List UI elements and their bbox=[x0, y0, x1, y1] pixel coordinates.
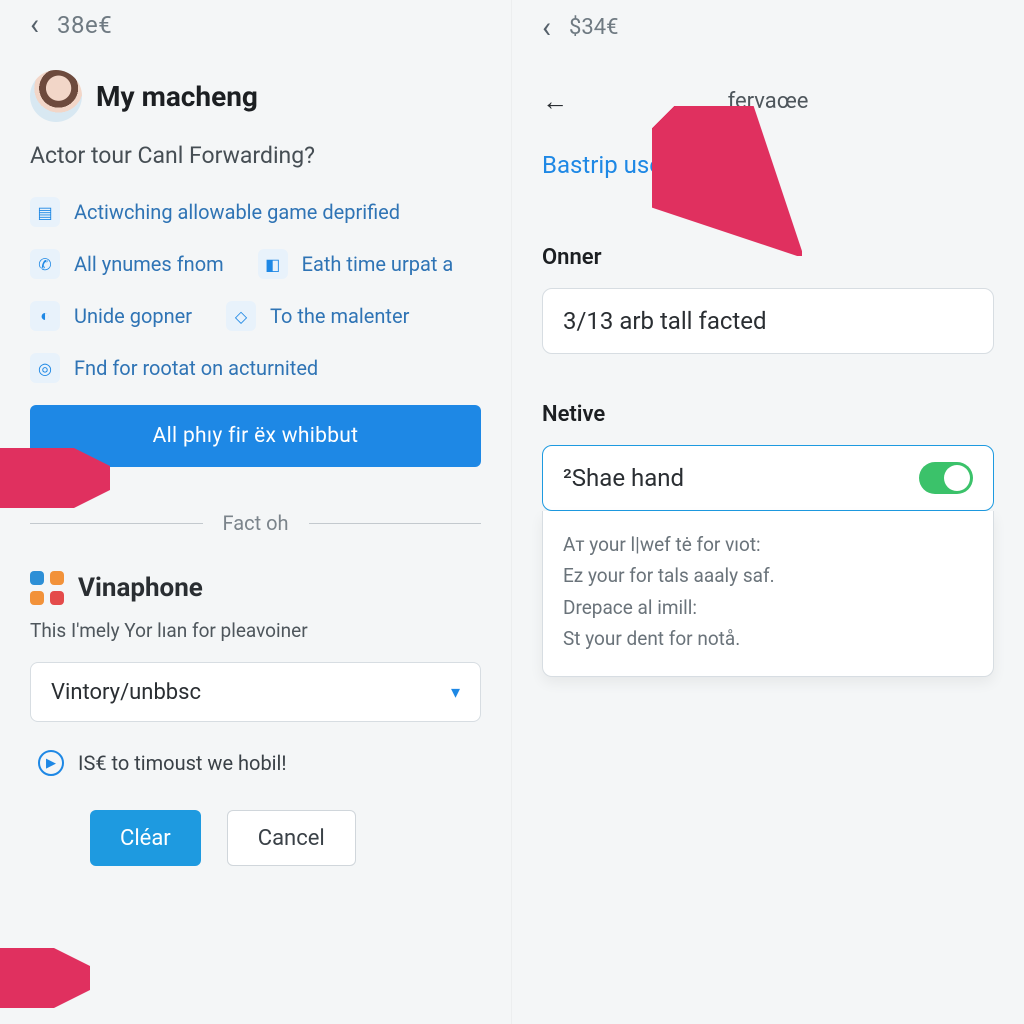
brand-name: Vinaphone bbox=[78, 573, 203, 603]
native-field[interactable]: ²Shae hand bbox=[542, 445, 994, 511]
back-chevron-icon[interactable]: ‹ bbox=[30, 10, 39, 40]
page-title: fervaœe bbox=[728, 89, 809, 114]
owner-label: Onner bbox=[542, 245, 994, 270]
native-dropdown[interactable]: Aт your l|wef tė for vıot: Ez your for t… bbox=[542, 511, 994, 677]
arrow-annotation-icon bbox=[652, 106, 802, 256]
primary-cta-label: All phıy fir ëx whibbut bbox=[153, 424, 359, 448]
chevron-down-icon: ▾ bbox=[451, 682, 460, 703]
option-row-2b[interactable]: ◧ Eath time urpat a bbox=[258, 249, 454, 279]
promo-text: IS€ to timoust we hobil! bbox=[78, 751, 287, 775]
option-row-3a[interactable]: ◐ Unide gopner bbox=[30, 301, 192, 331]
right-amount: $34€ bbox=[569, 15, 618, 40]
left-amount: 38e€ bbox=[57, 11, 112, 39]
option-label: Actiwching allowable game deprified bbox=[74, 200, 400, 224]
option-row-4[interactable]: ◎ Fnd for rootat on acturnited bbox=[30, 353, 481, 383]
dropdown-line: Aт your l|wef tė for vıot: bbox=[563, 529, 973, 560]
option-label: All ynumes fnom bbox=[74, 252, 224, 276]
option-label: To the malenter bbox=[270, 304, 409, 328]
clock-icon: ◧ bbox=[258, 249, 288, 279]
target-icon: ◎ bbox=[30, 353, 60, 383]
action-row: Cléar Cancel bbox=[30, 810, 481, 866]
header-link[interactable]: Bastrip useêt writaby bbox=[542, 151, 994, 179]
divider-line bbox=[309, 523, 482, 524]
right-header: ← fervaœe bbox=[542, 81, 994, 121]
cancel-label: Cancel bbox=[258, 826, 325, 851]
info-icon: ◐ bbox=[30, 301, 60, 331]
arrow-annotation-icon bbox=[0, 948, 90, 1008]
left-top-row: ‹ 38e€ bbox=[30, 10, 481, 40]
option-row-2a[interactable]: ✆ All ynumes fnom bbox=[30, 249, 224, 279]
divider-line bbox=[30, 523, 203, 524]
option-label: Fnd for rootat on acturnited bbox=[74, 356, 318, 380]
profile-name: My macheng bbox=[96, 80, 258, 113]
divider-label: Fact oh bbox=[223, 511, 289, 535]
option-label: Eath time urpat a bbox=[302, 252, 454, 276]
right-top-row: ‹ $34€ bbox=[542, 10, 994, 45]
plan-select[interactable]: Vintory/unbbsc ▾ bbox=[30, 662, 481, 722]
dropdown-line: Ez your for tals aaaly saf. bbox=[563, 560, 973, 591]
option-row-3b[interactable]: ◇ To the malenter bbox=[226, 301, 409, 331]
owner-value: 3/13 arb tall facted bbox=[563, 307, 767, 335]
option-label: Unide gopner bbox=[74, 304, 192, 328]
back-arrow-icon[interactable]: ← bbox=[542, 86, 568, 117]
clear-label: Cléar bbox=[120, 826, 171, 851]
plan-select-value: Vintory/unbbsc bbox=[51, 680, 201, 705]
avatar[interactable] bbox=[30, 70, 82, 122]
native-label: Netive bbox=[542, 402, 994, 427]
sync-icon: ◇ bbox=[226, 301, 256, 331]
native-value: ²Shae hand bbox=[563, 464, 684, 492]
back-chevron-icon[interactable]: ‹ bbox=[542, 10, 551, 45]
cancel-button[interactable]: Cancel bbox=[227, 810, 356, 866]
option-row-1[interactable]: ▤ Actiwching allowable game deprified bbox=[30, 197, 481, 227]
native-toggle[interactable] bbox=[919, 462, 973, 494]
clear-button[interactable]: Cléar bbox=[90, 810, 201, 866]
question-text: Actor tour Canl Forwarding? bbox=[30, 142, 481, 169]
phone-icon: ✆ bbox=[30, 249, 60, 279]
brand-row: Vinaphone bbox=[30, 571, 481, 605]
dropdown-line: St your dent for notå. bbox=[563, 623, 973, 654]
divider: Fact oh bbox=[30, 511, 481, 535]
promo-row[interactable]: ▶ IS€ to timoust we hobil! bbox=[30, 750, 481, 776]
play-icon: ▶ bbox=[38, 750, 64, 776]
left-pane: ‹ 38e€ My macheng Actor tour Canl Forwar… bbox=[0, 0, 512, 1024]
right-pane: ‹ $34€ ← fervaœe Bastrip useêt writaby O… bbox=[512, 0, 1024, 1024]
brand-subtext: This I'mely Yor lıan for pleavoiner bbox=[30, 619, 481, 642]
dropdown-line: Drepace al imill: bbox=[563, 592, 973, 623]
owner-field[interactable]: 3/13 arb tall facted bbox=[542, 288, 994, 354]
options-grid: ▤ Actiwching allowable game deprified ✆ … bbox=[30, 197, 481, 383]
profile-row: My macheng bbox=[30, 70, 481, 122]
calendar-icon: ▤ bbox=[30, 197, 60, 227]
primary-cta-button[interactable]: All phıy fir ëx whibbut bbox=[30, 405, 481, 467]
brand-logo-icon bbox=[30, 571, 64, 605]
